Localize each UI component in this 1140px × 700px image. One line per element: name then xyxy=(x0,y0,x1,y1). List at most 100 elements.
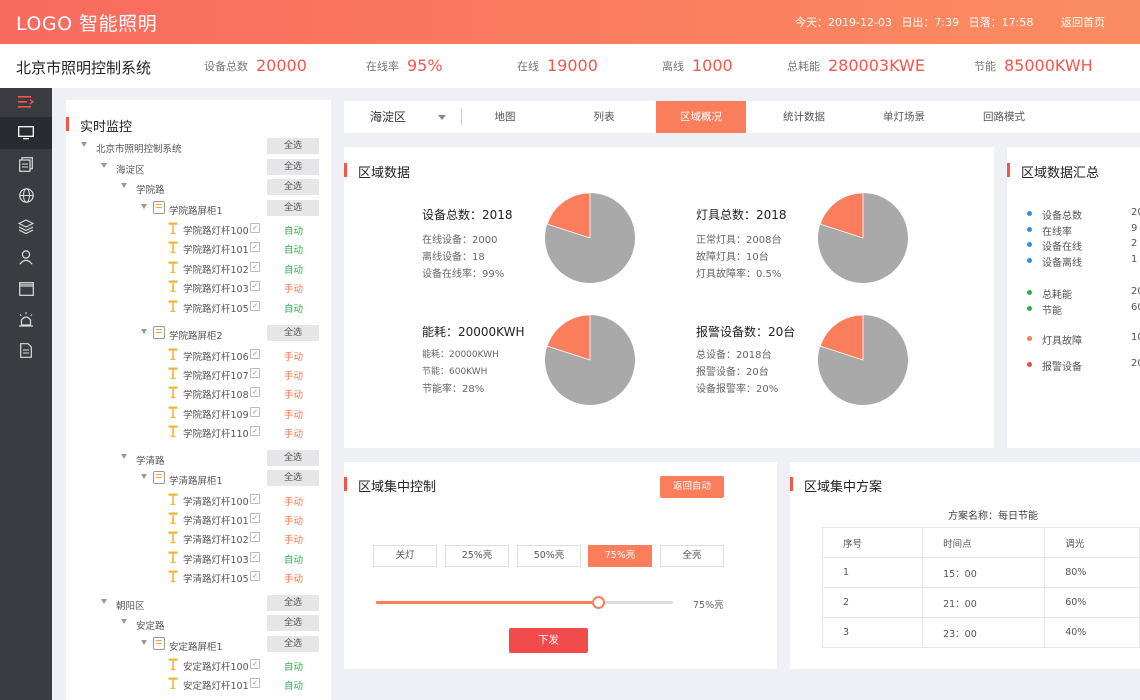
checkbox[interactable]: ✓ xyxy=(250,348,260,359)
tree-lamp-item[interactable]: 学清路灯杆102 ✓ 手动 xyxy=(66,529,331,548)
caret-down-icon[interactable] xyxy=(101,162,107,168)
tree-lamp-item[interactable]: 安定路灯杆101 ✓ 自动 xyxy=(66,675,331,694)
nav-user[interactable] xyxy=(0,242,52,273)
nav-report[interactable] xyxy=(0,335,52,366)
select-all-button[interactable]: 全选 xyxy=(267,138,319,154)
return-auto-button[interactable]: 返回自动 xyxy=(660,476,724,498)
tab-statistics[interactable]: 统计数据 xyxy=(769,101,839,133)
select-all-button[interactable]: 全选 xyxy=(267,449,319,466)
caret-down-icon[interactable] xyxy=(141,203,147,209)
tab-list[interactable]: 列表 xyxy=(570,101,638,133)
brightness-slider[interactable] xyxy=(376,596,673,609)
tab-single-lamp-scene[interactable]: 单灯场景 xyxy=(869,101,939,133)
select-all-button[interactable]: 全选 xyxy=(267,158,319,175)
tree-cabinet-item[interactable]: 安定路屏柜1 全选 xyxy=(66,635,331,655)
select-all-button[interactable]: 全选 xyxy=(267,325,319,341)
level-50-button[interactable]: 50%亮 xyxy=(517,545,581,567)
tree-group-item[interactable]: 学清路 全选 xyxy=(66,449,331,469)
tree-group-item[interactable]: 朝阳区 全选 xyxy=(66,594,331,614)
checkbox[interactable]: ✓ xyxy=(250,223,260,233)
tree-lamp-item[interactable]: 学院路灯杆105 ✓ 自动 xyxy=(66,298,331,317)
nav-window[interactable] xyxy=(0,273,52,304)
tree-cabinet-item[interactable]: 学清路屏柜1 全选 xyxy=(66,470,331,489)
checkbox[interactable]: ✓ xyxy=(250,242,260,253)
nav-monitor[interactable] xyxy=(0,117,52,149)
plan-table: 序号 时间点 调光 1 15：00 80% 2 21：00 60% 3 23：0… xyxy=(821,527,1140,648)
caret-down-icon[interactable] xyxy=(141,474,147,479)
nav-alarm[interactable] xyxy=(0,304,52,335)
select-all-button[interactable]: 全选 xyxy=(267,199,319,216)
tree-lamp-item[interactable]: 学院路灯杆109 ✓ 手动 xyxy=(66,404,331,423)
tree-group-item[interactable]: 北京市照明控制系统 全选 xyxy=(66,138,331,157)
slider-thumb[interactable] xyxy=(591,596,605,609)
caret-down-icon[interactable] xyxy=(81,142,87,147)
tree-lamp-item[interactable]: 学清路灯杆103 ✓ 自动 xyxy=(66,549,331,568)
street-lamp-icon xyxy=(168,222,178,234)
checkbox[interactable]: ✓ xyxy=(250,406,260,417)
district-select[interactable]: 海淀区 xyxy=(344,101,460,133)
send-button[interactable]: 下发 xyxy=(509,628,588,653)
checkbox[interactable]: ✓ xyxy=(250,512,260,523)
tree-group-item[interactable]: 海淀区 全选 xyxy=(66,158,331,178)
select-all-button[interactable]: 全选 xyxy=(267,594,319,611)
select-all-button[interactable]: 全选 xyxy=(267,179,319,195)
nav-globe[interactable] xyxy=(0,180,52,211)
level-off-button[interactable]: 关灯 xyxy=(373,545,437,567)
table-row: 1 15：00 80% xyxy=(821,557,1140,588)
block-head: 能耗：20000KWH xyxy=(422,325,525,339)
tree-lamp-item[interactable]: 学院路灯杆101 ✓ 自动 xyxy=(66,239,331,258)
tree-lamp-item[interactable]: 安定路灯杆100 ✓ 自动 xyxy=(66,656,331,675)
tree-lamp-item[interactable]: 学清路灯杆101 ✓ 手动 xyxy=(66,510,331,529)
tree-lamp-item[interactable]: 学院路灯杆110 ✓ 手动 xyxy=(66,423,331,442)
caret-down-icon[interactable] xyxy=(121,453,127,459)
checkbox[interactable]: ✓ xyxy=(250,659,260,669)
tree-lamp-item[interactable]: 学院路灯杆102 ✓ 自动 xyxy=(66,259,331,278)
tree-lamp-item[interactable]: 学院路灯杆108 ✓ 手动 xyxy=(66,384,331,403)
block-head: 设备总数：2018 xyxy=(422,208,513,222)
tree-lamp-item[interactable]: 学院路灯杆107 ✓ 手动 xyxy=(66,365,331,384)
checkbox[interactable]: ✓ xyxy=(250,261,260,272)
back-home-link[interactable]: 返回首页 xyxy=(1061,14,1105,30)
caret-down-icon[interactable] xyxy=(121,619,127,624)
tree-lamp-item[interactable]: 学院路灯杆100 ✓ 自动 xyxy=(66,220,331,239)
level-75-button[interactable]: 75%亮 xyxy=(588,545,652,567)
checkbox[interactable]: ✓ xyxy=(250,300,260,311)
select-all-button[interactable]: 全选 xyxy=(267,615,319,631)
tree-lamp-item[interactable]: 学清路灯杆105 ✓ 手动 xyxy=(66,568,331,587)
caret-down-icon[interactable] xyxy=(101,598,107,604)
level-25-button[interactable]: 25%亮 xyxy=(445,545,509,567)
checkbox[interactable]: ✓ xyxy=(250,571,260,582)
select-all-button[interactable]: 全选 xyxy=(267,470,319,486)
caret-down-icon[interactable] xyxy=(141,639,147,645)
checkbox[interactable]: ✓ xyxy=(250,532,260,543)
tree-lamp-item[interactable]: 学清路灯杆100 ✓ 手动 xyxy=(66,491,331,510)
user-icon xyxy=(19,250,33,265)
checkbox[interactable]: ✓ xyxy=(250,387,260,398)
tree-cabinet-item[interactable]: 学院路屏柜1 全选 xyxy=(66,199,331,219)
tab-map[interactable]: 地图 xyxy=(471,101,539,133)
mode-status: 手动 xyxy=(284,535,304,547)
checkbox[interactable]: ✓ xyxy=(250,426,260,437)
tree-lamp-item[interactable]: 学院路灯杆106 ✓ 手动 xyxy=(66,346,331,365)
caret-down-icon[interactable] xyxy=(141,329,147,334)
checkbox[interactable]: ✓ xyxy=(250,678,260,689)
checkbox[interactable]: ✓ xyxy=(250,367,260,378)
stat-value: 19000 xyxy=(547,56,598,75)
caret-down-icon[interactable] xyxy=(121,183,127,188)
tree-cabinet-item[interactable]: 学院路屏柜2 全选 xyxy=(66,325,331,344)
tree-item-label: 学院路灯杆109 xyxy=(183,409,249,421)
checkbox[interactable]: ✓ xyxy=(250,281,260,292)
tree-group-item[interactable]: 学院路 全选 xyxy=(66,179,331,198)
tree-group-item[interactable]: 安定路 全选 xyxy=(66,615,331,634)
nav-menu-toggle[interactable] xyxy=(0,88,52,115)
checkbox[interactable]: ✓ xyxy=(250,551,260,562)
tab-loop-mode[interactable]: 回路模式 xyxy=(969,101,1039,133)
level-full-button[interactable]: 全亮 xyxy=(660,545,724,567)
district-select-value: 海淀区 xyxy=(370,110,407,124)
select-all-button[interactable]: 全选 xyxy=(267,635,319,652)
tree-lamp-item[interactable]: 学院路灯杆103 ✓ 手动 xyxy=(66,278,331,297)
checkbox[interactable]: ✓ xyxy=(250,493,260,504)
nav-layers[interactable] xyxy=(0,211,52,242)
nav-documents[interactable] xyxy=(0,149,52,180)
tab-region-overview[interactable]: 区域概况 xyxy=(656,101,746,133)
